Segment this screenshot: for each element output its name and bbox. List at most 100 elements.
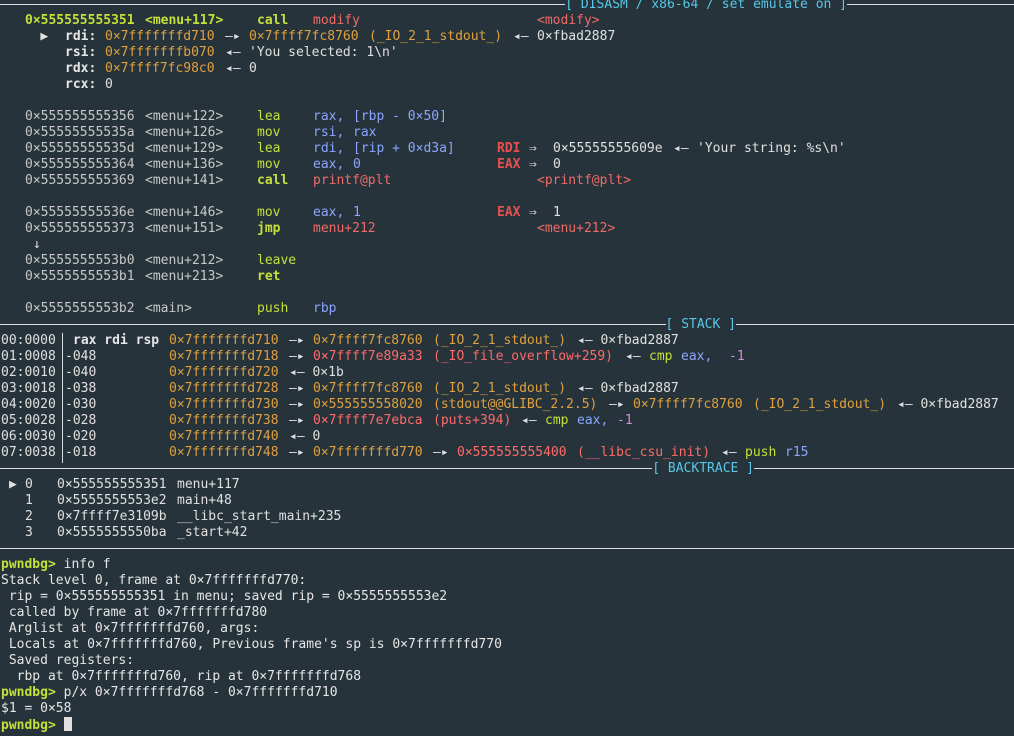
disasm-sym: <menu+146>: [145, 205, 224, 220]
console-output: Arglist at 0×7fffffffd760, args:: [1, 621, 260, 636]
stack-arrow: —▸: [289, 445, 305, 460]
stack-pointee: 0×7ffff7fc8760: [313, 333, 423, 348]
disasm-op2: rax: [353, 125, 377, 140]
emu-reg: EAX: [497, 205, 521, 220]
current-marker: ▶: [40, 29, 49, 44]
text-cursor[interactable]: [63, 717, 72, 731]
stack-addr: 0×7fffffffd738: [169, 413, 279, 428]
disasm-addr: 0×55555555536e: [25, 205, 135, 220]
stack-value: ◂—: [721, 445, 737, 460]
stack-index: 06:0030: [1, 429, 56, 444]
arg-string: 0: [105, 77, 113, 92]
backtrace-addr: 0×5555555550ba: [57, 525, 167, 540]
disasm-op2: 1: [353, 205, 361, 220]
arg-sym: (_IO_2_1_stdout_): [369, 29, 503, 44]
stack-symbol: (_IO_file_overflow+259): [433, 349, 614, 364]
command: p/x 0×7fffffffd768 - 0×7fffffffd710: [55, 685, 338, 700]
disasm-mnemonic: ret: [257, 269, 281, 284]
disasm-sym: <menu+129>: [145, 141, 224, 156]
stack-insn-op: eax,: [577, 413, 609, 428]
backtrace-addr: 0×555555555351: [57, 477, 167, 492]
stack-index: 01:0008: [1, 349, 56, 364]
disasm-op2: 0: [353, 157, 361, 172]
stack-index: 02:0010: [1, 365, 56, 380]
console-input-line[interactable]: pwndbg>: [1, 717, 72, 733]
terminal-window: [ DISASM / x86-64 / set emulate on ] ▶ 0…: [0, 0, 1014, 736]
disasm-op1: menu+212: [313, 221, 376, 236]
disasm-op2: [rip + 0×d3a]: [353, 141, 455, 156]
disasm-sym: <menu+212>: [145, 253, 224, 268]
emu-value: 1: [553, 205, 561, 220]
emu-arrow: ⇒: [529, 205, 537, 220]
stack-insn-op2: -1: [729, 349, 745, 364]
stack-symbol2: (__libc_csu_init): [577, 445, 711, 460]
stack-symbol: (stdout@@GLIBC_2.2.5): [433, 397, 598, 412]
arg-val3: 0×fbad2887: [537, 29, 616, 44]
disasm-annotation: <menu+212>: [537, 221, 616, 236]
arg-arrow: ◂—: [225, 61, 241, 76]
console-result: $1 = 0×58: [1, 701, 72, 716]
disasm-addr: 0×555555555369: [25, 173, 135, 188]
arg-val2: 0×7ffff7fc8760: [249, 29, 359, 44]
stack-value: ◂— 0×fbad2887: [897, 397, 999, 412]
stack-symbol: (puts+394): [433, 413, 512, 428]
arg-arrow2: ◂—: [513, 29, 529, 44]
arg-reg: rdx:: [65, 61, 97, 76]
disasm-mnemonic: call: [257, 173, 289, 188]
disasm-sym: <menu+141>: [145, 173, 224, 188]
arg-arrow: ◂—: [225, 45, 241, 60]
disasm-op1: rsi,: [313, 125, 345, 140]
stack-offset: -048: [65, 349, 97, 364]
emu-string: 'Your string: %s\n': [697, 141, 846, 156]
arg-val: 0×7fffffffb070: [105, 45, 215, 60]
stack-value: ◂—: [625, 349, 641, 364]
arg-arrow: —▸: [225, 29, 241, 44]
stack-title: [ STACK ]: [665, 317, 736, 333]
stack-arrow: —▸: [289, 397, 305, 412]
current-mnemonic: call: [257, 13, 289, 28]
arg-reg: rcx:: [65, 77, 97, 92]
stack-offset: -020: [65, 429, 97, 444]
backtrace-fn: _start+42: [177, 525, 248, 540]
disasm-mnemonic: leave: [257, 253, 297, 268]
stack-pointee: 0×7fffffffd770: [313, 445, 423, 460]
arg-reg: rdi:: [65, 29, 97, 44]
stack-pointee: 0×555555558020: [313, 397, 423, 412]
console-line: pwndbg> p/x 0×7fffffffd768 - 0×7fffffffd…: [1, 685, 338, 701]
stack-index: 00:0000: [1, 333, 56, 348]
backtrace-addr: 0×5555555553e2: [57, 493, 167, 508]
prompt: pwndbg>: [1, 557, 56, 572]
disasm-title: [ DISASM / x86-64 / set emulate on ]: [565, 0, 847, 13]
disasm-mnemonic: lea: [257, 109, 281, 124]
disasm-op1: rdi,: [313, 141, 345, 156]
emu-arrow: ⇒: [529, 157, 537, 172]
stack-symbol: (_IO_2_1_stdout_): [433, 333, 567, 348]
stack-offset: -040: [65, 365, 97, 380]
stack-offset: -030: [65, 397, 97, 412]
stack-value: ◂—: [521, 413, 537, 428]
backtrace-addr: 0×7ffff7e3109b: [57, 509, 167, 524]
backtrace-fn: __libc_start_main+235: [177, 509, 342, 524]
disasm-mnemonic: mov: [257, 125, 281, 140]
emu-value: 0: [553, 157, 561, 172]
disasm-sym: <menu+122>: [145, 109, 224, 124]
stack-index: 03:0018: [1, 381, 56, 396]
stack-insn-op: r15: [785, 445, 809, 460]
stack-addr: 0×7fffffffd718: [169, 349, 279, 364]
backtrace-marker: ▶: [9, 477, 17, 492]
disasm-addr: 0×5555555553b0: [25, 253, 135, 268]
console-output: rbp at 0×7fffffffd760, rip at 0×7fffffff…: [1, 669, 362, 684]
stack-value: ◂— 0×fbad2887: [577, 333, 679, 348]
disasm-addr: 0×55555555535d: [25, 141, 135, 156]
disasm-mnemonic: mov: [257, 205, 281, 220]
stack-symbol: (_IO_2_1_stdout_): [433, 381, 567, 396]
arg-string: 0: [249, 61, 257, 76]
stack-value: ◂— 0: [289, 429, 321, 444]
stack-arrow: —▸: [609, 397, 625, 412]
stack-addr: 0×7fffffffd748: [169, 445, 279, 460]
disasm-addr: 0×555555555373: [25, 221, 135, 236]
stack-pointee: 0×7ffff7e7ebca: [313, 413, 423, 428]
console-output: Locals at 0×7fffffffd760, Previous frame…: [1, 637, 502, 652]
stack-insn: cmp: [649, 349, 673, 364]
prompt: pwndbg>: [1, 685, 56, 700]
